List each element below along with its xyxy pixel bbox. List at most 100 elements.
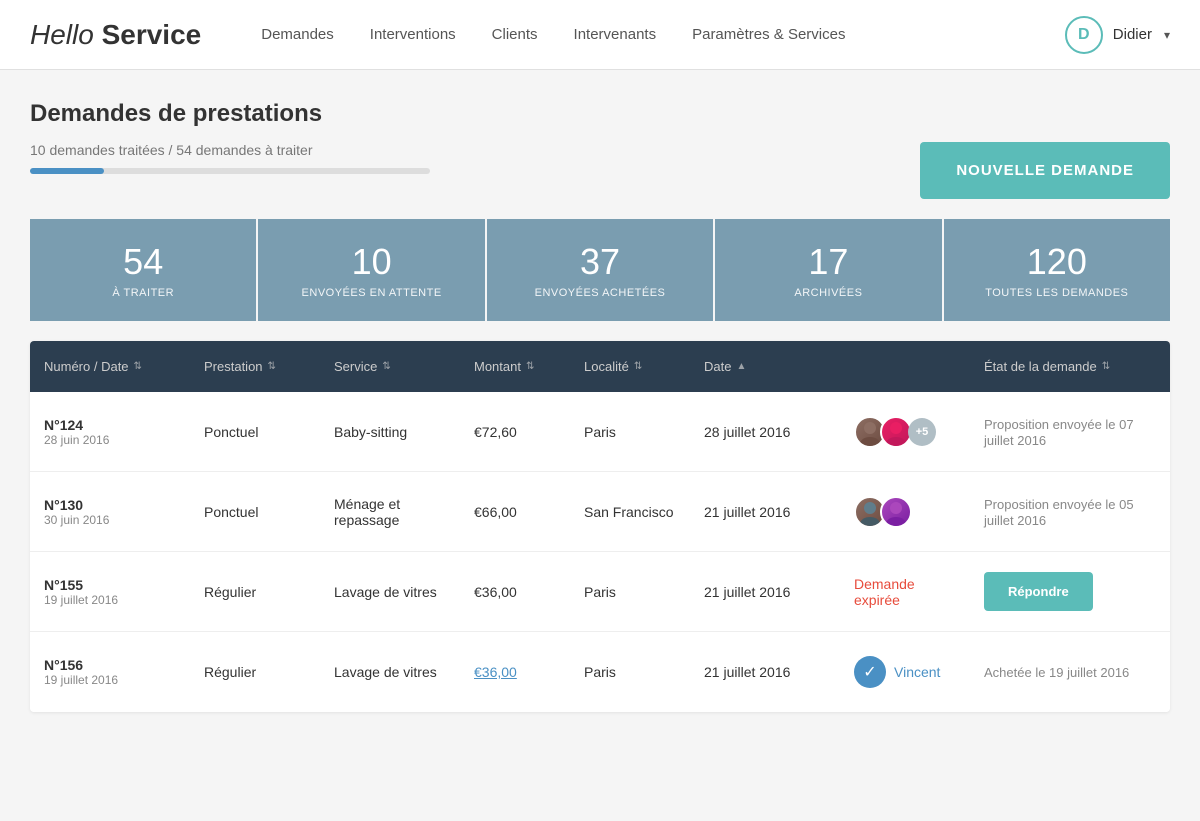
nav-interventions[interactable]: Interventions <box>370 26 456 43</box>
row-number-0: N°124 <box>44 417 176 433</box>
cell-prest-2: Régulier <box>190 568 320 616</box>
stat-label-toutes: TOUTES LES DEMANDES <box>960 287 1154 299</box>
cell-num-1: N°130 30 juin 2016 <box>30 481 190 543</box>
row-number-2: N°155 <box>44 577 176 593</box>
progress-bar-fill <box>30 168 104 174</box>
cell-etat-3: Achetée le 19 juillet 2016 <box>970 648 1170 696</box>
stat-label-attente: ENVOYÉES EN ATTENTE <box>274 287 468 299</box>
cell-loc-3: Paris <box>570 648 690 696</box>
cell-serv-2: Lavage de vitres <box>320 568 460 616</box>
th-etat[interactable]: État de la demande ⇅ <box>970 341 1170 392</box>
progress-bar-container <box>30 168 430 174</box>
stat-label-archivees: ARCHIVÉES <box>731 287 925 299</box>
table-row: N°124 28 juin 2016 Ponctuel Baby-sitting… <box>30 392 1170 472</box>
amount-link-3[interactable]: €36,00 <box>474 664 517 680</box>
cell-etat-0: Proposition envoyée le 07 juillet 2016 <box>970 400 1170 464</box>
stat-cards: 54 À TRAITER 10 ENVOYÉES EN ATTENTE 37 E… <box>30 219 1170 321</box>
cell-loc-1: San Francisco <box>570 488 690 536</box>
avatar-plus-0: +5 <box>908 418 936 446</box>
table-row: N°130 30 juin 2016 Ponctuel Ménage et re… <box>30 472 1170 552</box>
repondre-button-2[interactable]: Répondre <box>984 572 1093 611</box>
stat-number-archivees: 17 <box>731 241 925 283</box>
cell-interv-3: ✓ Vincent <box>840 640 970 704</box>
new-demand-button[interactable]: NOUVELLE DEMANDE <box>920 142 1170 199</box>
stat-label-traiter: À TRAITER <box>46 287 240 299</box>
status-text-1: Proposition envoyée le 05 juillet 2016 <box>984 497 1134 528</box>
sort-icon-mont: ⇅ <box>526 361 534 372</box>
avatar-female2-1 <box>880 496 912 528</box>
subtitle: 10 demandes traitées / 54 demandes à tra… <box>30 142 920 158</box>
row-number-1: N°130 <box>44 497 176 513</box>
row-number-3: N°156 <box>44 657 176 673</box>
main-nav: Demandes Interventions Clients Intervena… <box>261 26 1065 43</box>
cell-serv-3: Lavage de vitres <box>320 648 460 696</box>
app-header: Hello Service Demandes Interventions Cli… <box>0 0 1200 70</box>
check-circle-3: ✓ <box>854 656 886 688</box>
stat-number-traiter: 54 <box>46 241 240 283</box>
user-name: Didier <box>1113 26 1152 43</box>
cell-date-3: 21 juillet 2016 <box>690 648 840 696</box>
stat-label-achetees: ENVOYÉES ACHETÉES <box>503 287 697 299</box>
cell-interv-2: Demande expirée <box>840 560 970 624</box>
row-date-3: 19 juillet 2016 <box>44 673 176 687</box>
app-logo: Hello Service <box>30 19 201 51</box>
cell-serv-0: Baby-sitting <box>320 408 460 456</box>
nav-demandes[interactable]: Demandes <box>261 26 334 43</box>
cell-prest-3: Régulier <box>190 648 320 696</box>
row-date-0: 28 juin 2016 <box>44 433 176 447</box>
stat-number-achetees: 37 <box>503 241 697 283</box>
stat-number-toutes: 120 <box>960 241 1154 283</box>
stat-number-attente: 10 <box>274 241 468 283</box>
cell-loc-2: Paris <box>570 568 690 616</box>
table-row: N°156 19 juillet 2016 Régulier Lavage de… <box>30 632 1170 712</box>
avatars-0: +5 <box>854 416 956 448</box>
sort-icon-loc: ⇅ <box>634 361 642 372</box>
cell-num-0: N°124 28 juin 2016 <box>30 401 190 463</box>
page-title: Demandes de prestations <box>30 100 1170 128</box>
user-area: D Didier ▾ <box>1065 16 1170 54</box>
cell-date-1: 21 juillet 2016 <box>690 488 840 536</box>
chevron-down-icon[interactable]: ▾ <box>1164 28 1170 42</box>
cell-num-3: N°156 19 juillet 2016 <box>30 641 190 703</box>
stat-card-attente: 10 ENVOYÉES EN ATTENTE <box>258 219 486 321</box>
row-date-2: 19 juillet 2016 <box>44 593 176 607</box>
cell-interv-1 <box>840 480 970 544</box>
user-avatar: D <box>1065 16 1103 54</box>
cell-mont-3[interactable]: €36,00 <box>460 648 570 696</box>
nav-parametres[interactable]: Paramètres & Services <box>692 26 845 43</box>
status-text-0: Proposition envoyée le 07 juillet 2016 <box>984 417 1134 448</box>
demands-table: Numéro / Date ⇅ Prestation ⇅ Service ⇅ M… <box>30 341 1170 712</box>
cell-etat-1: Proposition envoyée le 05 juillet 2016 <box>970 480 1170 544</box>
th-intervenants <box>840 349 970 385</box>
sort-icon-date: ▲ <box>736 361 746 372</box>
table-row: N°155 19 juillet 2016 Régulier Lavage de… <box>30 552 1170 632</box>
th-localite[interactable]: Localité ⇅ <box>570 341 690 392</box>
status-expired-2: Demande expirée <box>854 576 915 608</box>
nav-intervenants[interactable]: Intervenants <box>574 26 657 43</box>
cell-num-2: N°155 19 juillet 2016 <box>30 561 190 623</box>
cell-mont-1: €66,00 <box>460 488 570 536</box>
stat-card-toutes: 120 TOUTES LES DEMANDES <box>944 219 1170 321</box>
th-service[interactable]: Service ⇅ <box>320 341 460 392</box>
vincent-name: Vincent <box>894 664 940 680</box>
cell-prest-0: Ponctuel <box>190 408 320 456</box>
sort-icon-serv: ⇅ <box>382 361 390 372</box>
stat-card-archivees: 17 ARCHIVÉES <box>715 219 943 321</box>
row-date-1: 30 juin 2016 <box>44 513 176 527</box>
cell-serv-1: Ménage et repassage <box>320 480 460 544</box>
main-content: Demandes de prestations 10 demandes trai… <box>0 70 1200 712</box>
th-numero-date[interactable]: Numéro / Date ⇅ <box>30 341 190 392</box>
th-montant[interactable]: Montant ⇅ <box>460 341 570 392</box>
th-prestation[interactable]: Prestation ⇅ <box>190 341 320 392</box>
th-date[interactable]: Date ▲ <box>690 341 840 392</box>
top-row: 10 demandes traitées / 54 demandes à tra… <box>30 142 1170 199</box>
nav-clients[interactable]: Clients <box>492 26 538 43</box>
cell-date-0: 28 juillet 2016 <box>690 408 840 456</box>
table-header: Numéro / Date ⇅ Prestation ⇅ Service ⇅ M… <box>30 341 1170 392</box>
cell-etat-2: Répondre <box>970 556 1170 627</box>
stats-progress: 10 demandes traitées / 54 demandes à tra… <box>30 142 920 198</box>
cell-mont-0: €72,60 <box>460 408 570 456</box>
cell-mont-2: €36,00 <box>460 568 570 616</box>
cell-prest-1: Ponctuel <box>190 488 320 536</box>
sort-icon-etat: ⇅ <box>1102 361 1110 372</box>
